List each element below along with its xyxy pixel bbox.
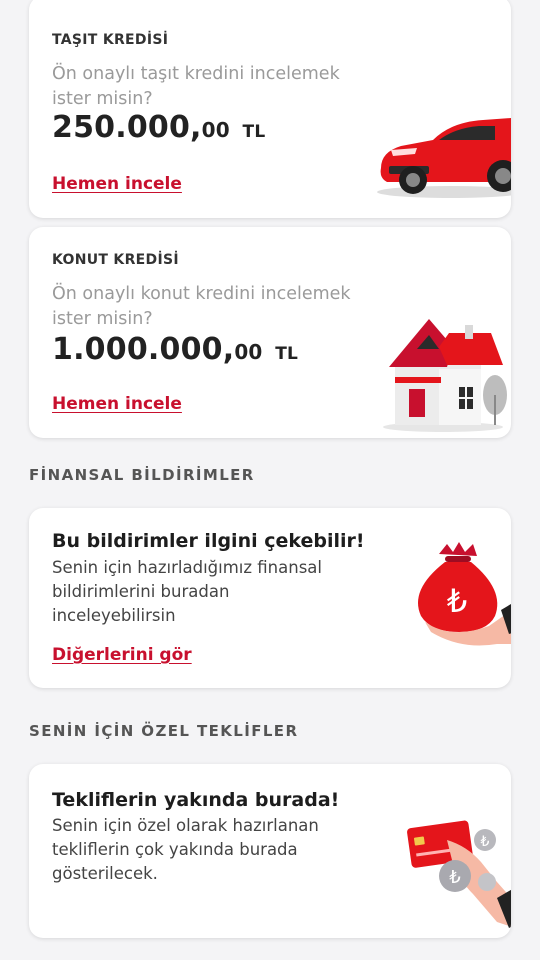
special-offers-heading: SENİN İÇİN ÖZEL TEKLİFLER	[29, 722, 299, 740]
amount-currency: TL	[242, 122, 266, 142]
house-icon	[383, 319, 507, 432]
financial-notifications-heading: FİNANSAL BİLDİRİMLER	[29, 466, 255, 484]
vehicle-loan-link[interactable]: Hemen incele	[52, 174, 182, 194]
housing-loan-card[interactable]: KONUT KREDİSİ Ön onaylı konut kredini in…	[29, 227, 511, 438]
special-offers-card[interactable]: Tekliflerin yakında burada! Senin için ö…	[29, 764, 511, 938]
svg-text:₺: ₺	[449, 867, 460, 888]
special-offers-description: Senin için özel olarak hazırlanan teklif…	[52, 816, 319, 883]
vehicle-loan-title: TAŞIT KREDİSİ	[52, 32, 169, 48]
vehicle-loan-description: Ön onaylı taşıt kredini incelemek ister …	[52, 64, 340, 109]
svg-text:₺: ₺	[481, 834, 490, 850]
money-bag-icon: ₺	[418, 542, 511, 646]
credit-card-coins-icon: ₺ ₺	[407, 820, 511, 928]
amount-main: 250.000,	[52, 110, 202, 145]
special-offers-title: Tekliflerin yakında burada!	[52, 789, 340, 811]
vehicle-loan-card[interactable]: TAŞIT KREDİSİ Ön onaylı taşıt kredini in…	[29, 0, 511, 218]
amount-currency: TL	[275, 344, 299, 364]
housing-loan-description: Ön onaylı konut kredini incelemek ister …	[52, 284, 351, 329]
financial-notifications-title: Bu bildirimler ilgini çekebilir!	[52, 530, 365, 552]
financial-notifications-card[interactable]: Bu bildirimler ilgini çekebilir! Senin i…	[29, 508, 511, 688]
svg-text:₺: ₺	[447, 582, 467, 620]
vehicle-loan-amount: 250.000,00 TL	[52, 110, 265, 145]
car-icon	[377, 118, 511, 198]
financial-notifications-description: Senin için hazırladığımız finansal bildi…	[52, 558, 322, 625]
financial-notifications-link[interactable]: Diğerlerini gör	[52, 645, 192, 665]
amount-cents: 00	[234, 340, 263, 364]
housing-loan-link[interactable]: Hemen incele	[52, 394, 182, 414]
housing-loan-amount: 1.000.000,00 TL	[52, 332, 298, 367]
housing-loan-title: KONUT KREDİSİ	[52, 252, 179, 268]
amount-main: 1.000.000,	[52, 332, 235, 367]
amount-cents: 00	[201, 118, 230, 142]
